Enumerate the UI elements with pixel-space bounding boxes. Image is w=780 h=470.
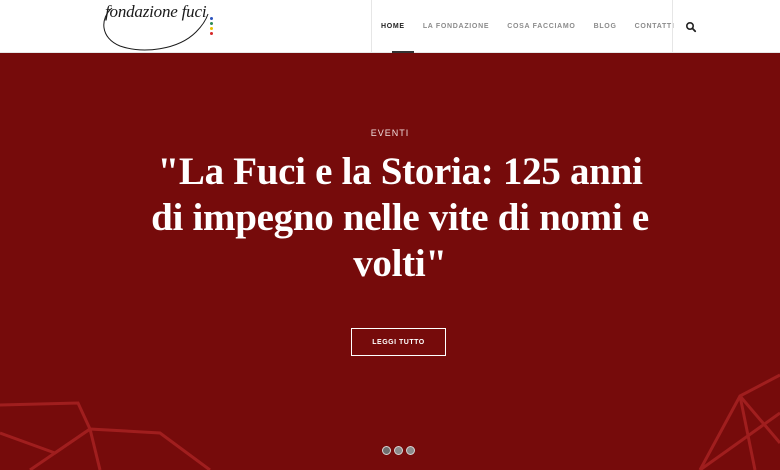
logo-dot [210, 32, 213, 35]
main-nav: HOME LA FONDAZIONE COSA FACCIAMO BLOG CO… [372, 0, 684, 53]
slider-pagination [382, 446, 415, 455]
slide-dot[interactable] [382, 446, 391, 455]
nav-item-la-fondazione[interactable]: LA FONDAZIONE [414, 0, 498, 53]
site-header: fondazione fuci HOME LA FONDAZIONE COSA … [0, 0, 780, 53]
nav-item-blog[interactable]: BLOG [585, 0, 626, 53]
logo-color-dots [210, 17, 214, 37]
nav-item-home[interactable]: HOME [372, 0, 414, 53]
read-more-button[interactable]: LEGGI TUTTO [351, 328, 446, 356]
hero-slider: EVENTI "La Fuci e la Storia: 125 anni di… [0, 53, 780, 470]
site-logo[interactable]: fondazione fuci [98, 0, 223, 53]
nav-item-cosa-facciamo[interactable]: COSA FACCIAMO [498, 0, 584, 53]
logo-dot [210, 17, 213, 20]
nav-item-contatti[interactable]: CONTATTI [626, 0, 684, 53]
nav-divider [672, 0, 673, 53]
search-icon[interactable] [685, 20, 697, 33]
hero-headline: "La Fuci e la Storia: 125 anni di impegn… [151, 150, 649, 285]
slide-dot[interactable] [394, 446, 403, 455]
logo-dot [210, 22, 213, 25]
logo-dot [210, 27, 213, 30]
logo-text: fondazione fuci [105, 2, 207, 21]
post-category: EVENTI [370, 128, 410, 138]
slide-dot[interactable] [406, 446, 415, 455]
